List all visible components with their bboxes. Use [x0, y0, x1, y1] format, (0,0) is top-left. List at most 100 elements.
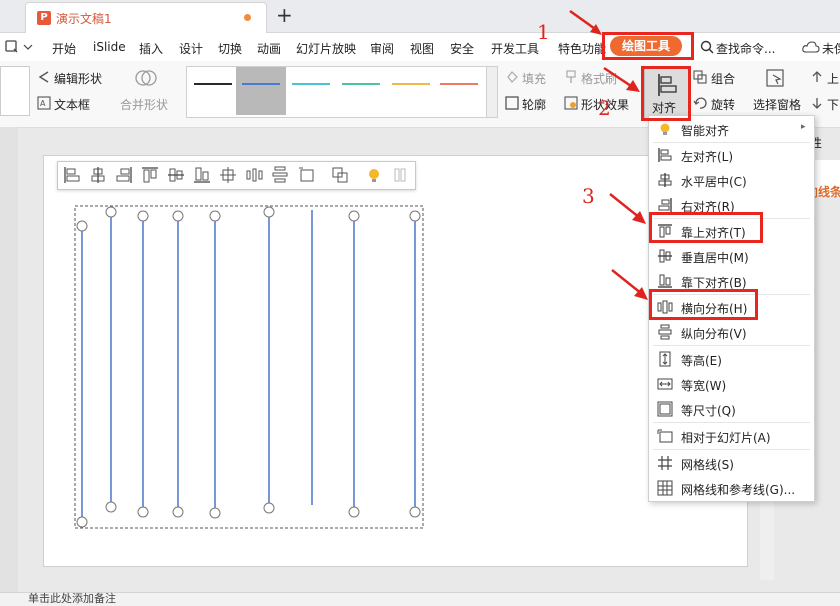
group-icon[interactable] — [331, 166, 349, 184]
menu-item-devtools[interactable]: 开发工具 — [491, 40, 539, 57]
align-bottom-icon — [658, 274, 672, 288]
connector-handle — [105, 206, 117, 218]
menu-item-smart-align[interactable]: 智能对齐 ▸ — [649, 118, 814, 140]
align-center-icon[interactable] — [89, 166, 107, 184]
arrow-icon — [611, 269, 648, 300]
align-middle-icon[interactable] — [167, 166, 185, 184]
align-middle-icon — [658, 249, 672, 263]
relative-slide-icon[interactable] — [297, 166, 315, 184]
highlight-align-button — [641, 66, 691, 121]
menu-item-start[interactable]: 开始 — [52, 40, 76, 57]
menu-item-view[interactable]: 视图 — [410, 40, 434, 57]
search-icon — [700, 40, 714, 54]
new-tab-button[interactable]: + — [276, 3, 293, 27]
menu-item-features[interactable]: 特色功能 — [558, 40, 606, 57]
style-line-row — [186, 67, 486, 115]
search-command-input[interactable]: 查找命令... — [716, 40, 775, 57]
textbox-button[interactable]: 文本框 — [54, 96, 90, 113]
fill-button[interactable]: 填充 — [522, 70, 546, 87]
gallery-scroll[interactable] — [486, 66, 498, 118]
menu-item-relative-to-slide[interactable]: 相对于幻灯片(A) — [649, 425, 814, 447]
menu-item-distribute-vertical[interactable]: 纵向分布(V) — [649, 321, 814, 343]
connector-handle — [263, 502, 275, 514]
menu-item-design[interactable]: 设计 — [179, 40, 203, 57]
style-swatch — [440, 83, 478, 85]
submenu-arrow-icon: ▸ — [801, 122, 806, 132]
style-swatch — [392, 83, 430, 85]
step-number-1: 1 — [537, 20, 550, 44]
menu-item-animation[interactable]: 动画 — [257, 40, 281, 57]
menu-item-grid-and-guides[interactable]: 网格线和参考线(G)... — [649, 477, 814, 499]
menu-item-gridlines[interactable]: 网格线(S) — [649, 452, 814, 474]
quick-access-icons[interactable] — [4, 38, 34, 56]
notes-bar[interactable]: 单击此处添加备注 — [0, 592, 840, 606]
align-right-icon[interactable] — [115, 166, 133, 184]
connector-handle — [76, 516, 88, 528]
same-size-icon — [657, 401, 673, 417]
highlight-align-top — [649, 212, 763, 243]
rotate-button[interactable]: 旋转 — [711, 96, 735, 113]
floating-align-toolbar — [57, 161, 416, 190]
edit-shape-icon — [38, 71, 49, 83]
fill-icon — [507, 71, 518, 83]
connector-handle — [105, 501, 117, 513]
distribute-horizontal-icon[interactable] — [245, 166, 263, 184]
menu-item-label: 纵向分布(V) — [681, 327, 747, 341]
align-center-both-icon[interactable] — [219, 166, 237, 184]
connector-handle — [348, 210, 360, 222]
grid-guides-icon — [657, 480, 673, 496]
thumbnail-pane[interactable] — [0, 127, 18, 605]
menu-item-label: 相对于幻灯片(A) — [681, 431, 771, 445]
connector-lines-group[interactable] — [70, 200, 430, 535]
outline-button[interactable]: 轮廓 — [522, 96, 546, 113]
separator — [653, 345, 810, 346]
presentation-icon: P — [37, 11, 51, 25]
separator — [653, 142, 810, 143]
notes-placeholder[interactable]: 单击此处添加备注 — [28, 593, 116, 605]
bulb-icon[interactable] — [365, 166, 383, 184]
menu-item-label: 网格线和参考线(G)... — [681, 483, 796, 497]
more-icon[interactable] — [391, 166, 409, 184]
menu-item-align-left[interactable]: 左对齐(L) — [649, 144, 814, 166]
selection-frame — [74, 205, 424, 529]
menu-item-security[interactable]: 安全 — [450, 40, 474, 57]
arrow-icon — [603, 66, 640, 92]
menu-item-slideshow[interactable]: 幻灯片放映 — [296, 40, 356, 57]
align-top-icon[interactable] — [141, 166, 159, 184]
outline-icon — [505, 96, 519, 110]
textbox-icon: A — [37, 96, 51, 110]
merge-shape-button[interactable]: 合并形状 — [120, 96, 168, 113]
align-left-icon[interactable] — [63, 166, 81, 184]
menu-item-insert[interactable]: 插入 — [139, 40, 163, 57]
bring-up-icon — [812, 71, 822, 82]
edit-shape-button[interactable]: 编辑形状 — [54, 70, 102, 87]
format-brush-icon — [566, 70, 576, 83]
menu-item-transition[interactable]: 切换 — [218, 40, 242, 57]
cloud-save-status[interactable]: 未保 — [822, 40, 840, 57]
align-right-icon — [658, 198, 672, 212]
menu-item-review[interactable]: 审阅 — [370, 40, 394, 57]
step-number-3: 3 — [582, 184, 595, 208]
menu-item-center-horizontal[interactable]: 水平居中(C) — [649, 169, 814, 191]
menu-item-same-width[interactable]: 等宽(W) — [649, 373, 814, 395]
cloud-icon — [802, 41, 820, 53]
align-bottom-icon[interactable] — [193, 166, 211, 184]
send-down-button[interactable]: 下 — [827, 96, 839, 113]
menu-item-label: 垂直居中(M) — [681, 251, 749, 265]
document-tab[interactable]: P 演示文稿1 — [25, 2, 267, 33]
group-button[interactable]: 组合 — [711, 70, 735, 87]
menu-item-middle-vertical[interactable]: 垂直居中(M) — [649, 245, 814, 267]
bring-up-button[interactable]: 上 — [827, 70, 839, 87]
menu-item-same-height[interactable]: 等高(E) — [649, 348, 814, 370]
distribute-vertical-icon — [658, 324, 672, 340]
menu-item-label: 水平居中(C) — [681, 175, 747, 189]
align-center-icon — [658, 173, 672, 187]
bulb-icon — [660, 123, 670, 135]
connector-handle — [172, 210, 184, 222]
distribute-vertical-icon[interactable] — [271, 166, 289, 184]
menu-item-islide[interactable]: iSlide — [93, 40, 126, 54]
arrow-icon — [609, 193, 646, 224]
selection-pane-button[interactable]: 选择窗格 — [753, 96, 801, 113]
shape-gallery-stub[interactable] — [0, 66, 30, 116]
menu-item-same-size[interactable]: 等尺寸(Q) — [649, 398, 814, 420]
